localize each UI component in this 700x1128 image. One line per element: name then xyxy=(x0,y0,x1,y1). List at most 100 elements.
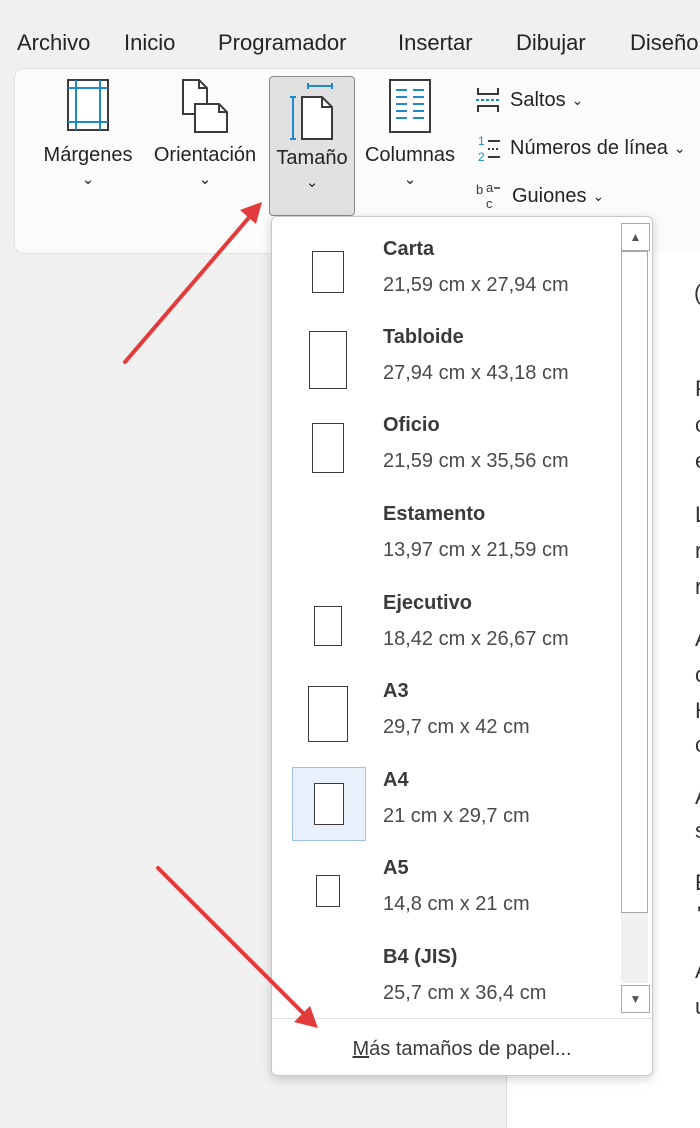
margins-label: Márgenes xyxy=(43,144,133,166)
size-dims: 21 cm x 29,7 cm xyxy=(383,805,530,827)
menu-programador[interactable]: Programador xyxy=(218,30,346,56)
size-name: A3 xyxy=(383,680,409,702)
size-dims: 21,59 cm x 35,56 cm xyxy=(383,450,569,472)
page-icon xyxy=(292,678,364,750)
chevron-down-icon: ⌄ xyxy=(571,91,584,108)
size-item-estamento[interactable]: Estamento 13,97 cm x 21,59 cm xyxy=(272,495,618,583)
caret-down-icon: ▼ xyxy=(629,992,642,1006)
size-name: B4 (JIS) xyxy=(383,946,458,968)
orientation-button[interactable]: Orientación ⌄ xyxy=(146,78,264,187)
document-text: c xyxy=(695,412,700,438)
breaks-label: Saltos xyxy=(510,88,566,111)
page-icon xyxy=(292,236,364,308)
size-icon xyxy=(290,83,333,140)
access-key: M xyxy=(352,1038,370,1060)
size-dims: 14,8 cm x 21 cm xyxy=(383,893,530,915)
size-item-a4[interactable]: A4 21 cm x 29,7 cm xyxy=(272,761,618,849)
chevron-down-icon: ⌄ xyxy=(81,171,95,188)
document-text: r xyxy=(695,574,700,599)
size-name: Tabloide xyxy=(383,326,464,348)
svg-text:b: b xyxy=(476,182,483,197)
caret-up-icon: ▲ xyxy=(629,230,642,244)
menu-diseno[interactable]: Diseño xyxy=(630,30,698,56)
margins-button[interactable]: Márgenes ⌄ xyxy=(38,78,138,187)
document-text: A xyxy=(695,626,700,652)
size-label: Tamaño xyxy=(276,147,348,169)
margins-icon xyxy=(67,79,109,131)
scroll-up-button[interactable]: ▲ xyxy=(621,223,650,251)
size-item-tabloide[interactable]: Tabloide 27,94 cm x 43,18 cm xyxy=(272,318,618,406)
chevron-down-icon: ⌄ xyxy=(673,139,686,156)
svg-text:a: a xyxy=(486,180,494,195)
size-item-a3[interactable]: A3 29,7 cm x 42 cm xyxy=(272,672,618,760)
menu-archivo[interactable]: Archivo xyxy=(17,30,90,56)
size-dims: 29,7 cm x 42 cm xyxy=(383,716,530,738)
line-numbers-icon: 1 2 xyxy=(478,134,500,163)
document-text: E xyxy=(695,870,700,896)
document-text: c xyxy=(695,732,700,758)
divider xyxy=(272,1018,652,1019)
breaks-button[interactable]: Saltos ⌄ xyxy=(474,82,583,118)
chevron-down-icon: ⌄ xyxy=(592,187,605,204)
size-name: Oficio xyxy=(383,414,440,436)
document-text: s xyxy=(695,818,700,844)
hyphenation-label: Guiones xyxy=(512,184,587,207)
document-text: L xyxy=(695,502,700,528)
more-paper-sizes-label: ás tamaños de papel... xyxy=(369,1038,572,1060)
svg-text:2: 2 xyxy=(478,150,485,163)
more-paper-sizes-button[interactable]: Más tamaños de papel... xyxy=(272,1021,652,1073)
document-text: u xyxy=(695,994,700,1020)
document-text: c xyxy=(695,662,700,688)
size-button[interactable]: Tamaño ⌄ xyxy=(269,76,355,216)
chevron-down-icon: ⌄ xyxy=(198,171,212,188)
size-item-b4-jis[interactable]: B4 (JIS) 25,7 cm x 36,4 cm xyxy=(272,938,618,1026)
hyphenation-button[interactable]: b a c Guiones ⌄ xyxy=(474,178,604,214)
size-name: Estamento xyxy=(383,503,486,525)
document-text: ( xyxy=(694,280,700,306)
size-name: A4 xyxy=(383,769,409,791)
size-dims: 25,7 cm x 36,4 cm xyxy=(383,982,547,1004)
document-text: r xyxy=(695,538,700,563)
orientation-icon xyxy=(182,79,228,133)
paper-size-list: Carta 21,59 cm x 27,94 cm Tabloide 27,94… xyxy=(272,217,618,1017)
dropdown-scrollbar[interactable]: ▲ ▼ xyxy=(621,223,650,1013)
size-item-ejecutivo[interactable]: Ejecutivo 18,42 cm x 26,67 cm xyxy=(272,584,618,672)
page-icon xyxy=(292,767,366,841)
document-text: A xyxy=(695,958,700,984)
size-dims: 13,97 cm x 21,59 cm xyxy=(383,539,569,561)
size-item-carta[interactable]: Carta 21,59 cm x 27,94 cm xyxy=(272,230,618,318)
size-dims: 27,94 cm x 43,18 cm xyxy=(383,362,569,384)
chevron-down-icon: ⌄ xyxy=(403,171,417,188)
hyphenation-icon: b a c xyxy=(476,180,500,211)
document-text: A xyxy=(695,784,700,810)
document-text: e xyxy=(695,448,700,474)
orientation-label: Orientación xyxy=(153,144,257,166)
chevron-down-icon: ⌄ xyxy=(305,174,319,191)
size-dims: 21,59 cm x 27,94 cm xyxy=(383,274,569,296)
columns-button[interactable]: Columnas ⌄ xyxy=(360,78,460,187)
size-item-a5[interactable]: A5 14,8 cm x 21 cm xyxy=(272,849,618,937)
breaks-icon xyxy=(476,88,500,112)
document-text: P xyxy=(695,376,700,402)
page-icon xyxy=(292,324,364,396)
svg-text:1: 1 xyxy=(478,134,485,148)
columns-label: Columnas xyxy=(364,144,456,166)
page-icon xyxy=(292,412,364,484)
line-numbers-label: Números de línea xyxy=(510,136,668,159)
menu-insertar[interactable]: Insertar xyxy=(398,30,473,56)
menu-dibujar[interactable]: Dibujar xyxy=(516,30,586,56)
size-name: Carta xyxy=(383,238,435,260)
columns-icon xyxy=(389,79,431,133)
size-dims: 18,42 cm x 26,67 cm xyxy=(383,628,569,650)
size-item-oficio[interactable]: Oficio 21,59 cm x 35,56 cm xyxy=(272,406,618,494)
menu-inicio[interactable]: Inicio xyxy=(124,30,175,56)
size-name: Ejecutivo xyxy=(383,592,472,614)
paper-size-dropdown: Carta 21,59 cm x 27,94 cm Tabloide 27,94… xyxy=(271,216,653,1076)
line-numbers-button[interactable]: 1 2 Números de línea ⌄ xyxy=(474,130,686,166)
document-text: H xyxy=(695,698,700,724)
scroll-track[interactable] xyxy=(621,251,648,983)
scroll-thumb[interactable] xyxy=(621,251,648,913)
page-icon xyxy=(292,855,364,927)
size-name: A5 xyxy=(383,857,409,879)
scroll-down-button[interactable]: ▼ xyxy=(621,985,650,1013)
